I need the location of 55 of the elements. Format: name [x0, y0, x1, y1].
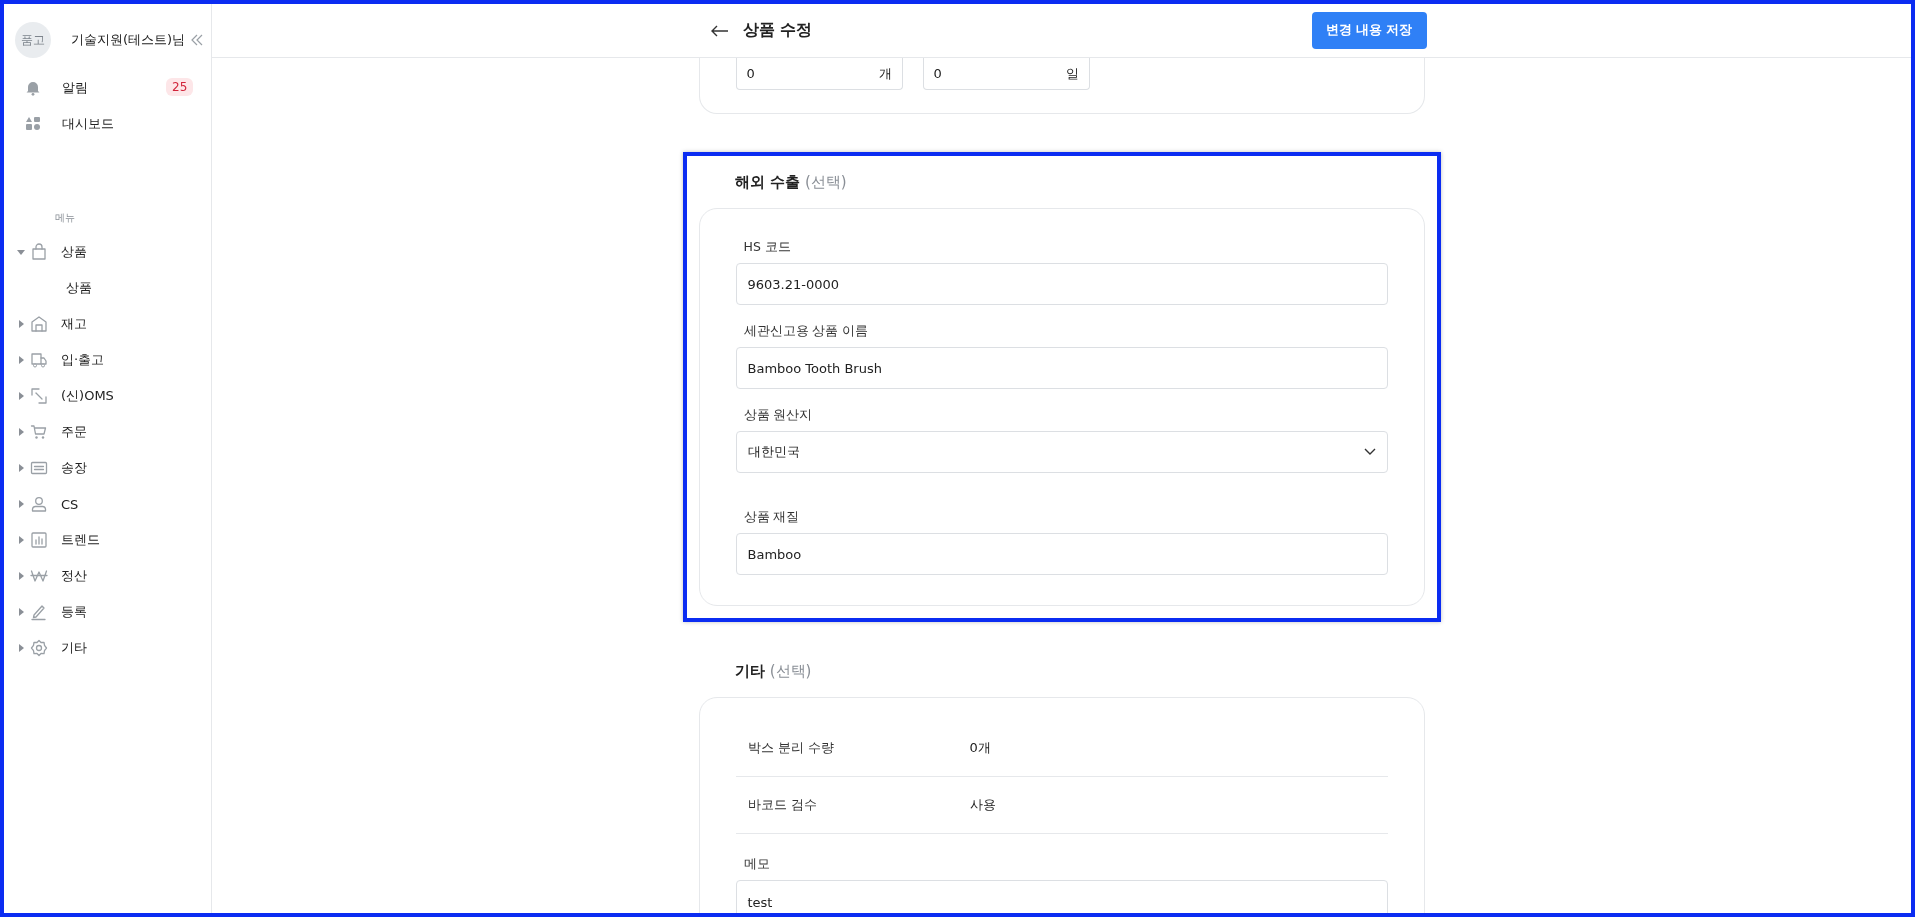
- section-title: 기타 (선택): [733, 661, 813, 682]
- input-field[interactable]: 9603.21-0000: [735, 263, 1388, 305]
- field-label: 상품 재질: [742, 508, 801, 526]
- sidebar-item[interactable]: 정산: [4, 558, 211, 594]
- sidebar-subitem[interactable]: 상품: [4, 270, 211, 306]
- field-label: 세관신고용 상품 이름: [742, 322, 870, 340]
- collapse-icon[interactable]: [191, 34, 204, 46]
- row-label: 바코드 검수: [747, 796, 818, 814]
- sidebar-item[interactable]: 대시보드: [4, 106, 211, 142]
- bar-chart-icon: [30, 531, 48, 549]
- sidebar-item[interactable]: 등록: [4, 594, 211, 630]
- input-field[interactable]: Bamboo Tooth Brush: [735, 347, 1388, 389]
- cart-icon: [30, 423, 48, 441]
- chevron-down-icon: [1363, 448, 1376, 456]
- save-button[interactable]: 변경 내용 저장: [1311, 12, 1427, 49]
- truck-icon: [30, 351, 48, 369]
- pencil-icon: [30, 603, 48, 621]
- input-field[interactable]: 0 일: [922, 58, 1090, 90]
- memo-field[interactable]: test: [735, 880, 1388, 913]
- row-value: 0개: [969, 739, 991, 757]
- linked-squares-icon: [30, 387, 48, 405]
- input-field[interactable]: 0 개: [735, 58, 903, 90]
- sidebar-item[interactable]: 재고: [4, 306, 211, 342]
- row-value: 사용: [969, 796, 996, 814]
- field-label: HS 코드: [742, 238, 792, 256]
- page-title: 상품 수정: [742, 20, 813, 41]
- sidebar-item[interactable]: 입·출고: [4, 342, 211, 378]
- select-field[interactable]: 대한민국: [735, 431, 1388, 473]
- shopping-bag-icon: [30, 243, 48, 261]
- sidebar-item[interactable]: (신)OMS: [4, 378, 211, 414]
- unit-label: 일: [1065, 65, 1079, 82]
- field-label: 상품 원산지: [742, 406, 814, 424]
- gear-icon: [30, 639, 48, 657]
- section-title: 해외 수출 (선택): [733, 172, 848, 193]
- warehouse-icon: [30, 315, 48, 333]
- field-label: 메모: [742, 855, 771, 873]
- bell-icon: [24, 79, 42, 97]
- person-icon: [30, 495, 48, 513]
- count-badge: 25: [166, 78, 194, 96]
- list-icon: [30, 459, 48, 477]
- row-label: 박스 분리 수량: [747, 739, 835, 757]
- dashboard-icon: [24, 115, 42, 133]
- user-name: 기술지원(테스트)님: [71, 31, 186, 49]
- sidebar-item[interactable]: 기타: [4, 630, 211, 666]
- avatar: 품고: [15, 22, 51, 58]
- sidebar-item[interactable]: 주문: [4, 414, 211, 450]
- sidebar-item[interactable]: 상품: [4, 234, 211, 270]
- sidebar-item[interactable]: 송장: [4, 450, 211, 486]
- back-arrow-icon[interactable]: [710, 24, 729, 37]
- input-field[interactable]: Bamboo: [735, 533, 1388, 575]
- unit-label: 개: [878, 65, 892, 82]
- sidebar-item[interactable]: CS: [4, 486, 211, 522]
- sidebar-item[interactable]: 트렌드: [4, 522, 211, 558]
- sidebar-item[interactable]: 알림 25: [4, 70, 211, 106]
- menu-heading: 메뉴: [55, 211, 76, 225]
